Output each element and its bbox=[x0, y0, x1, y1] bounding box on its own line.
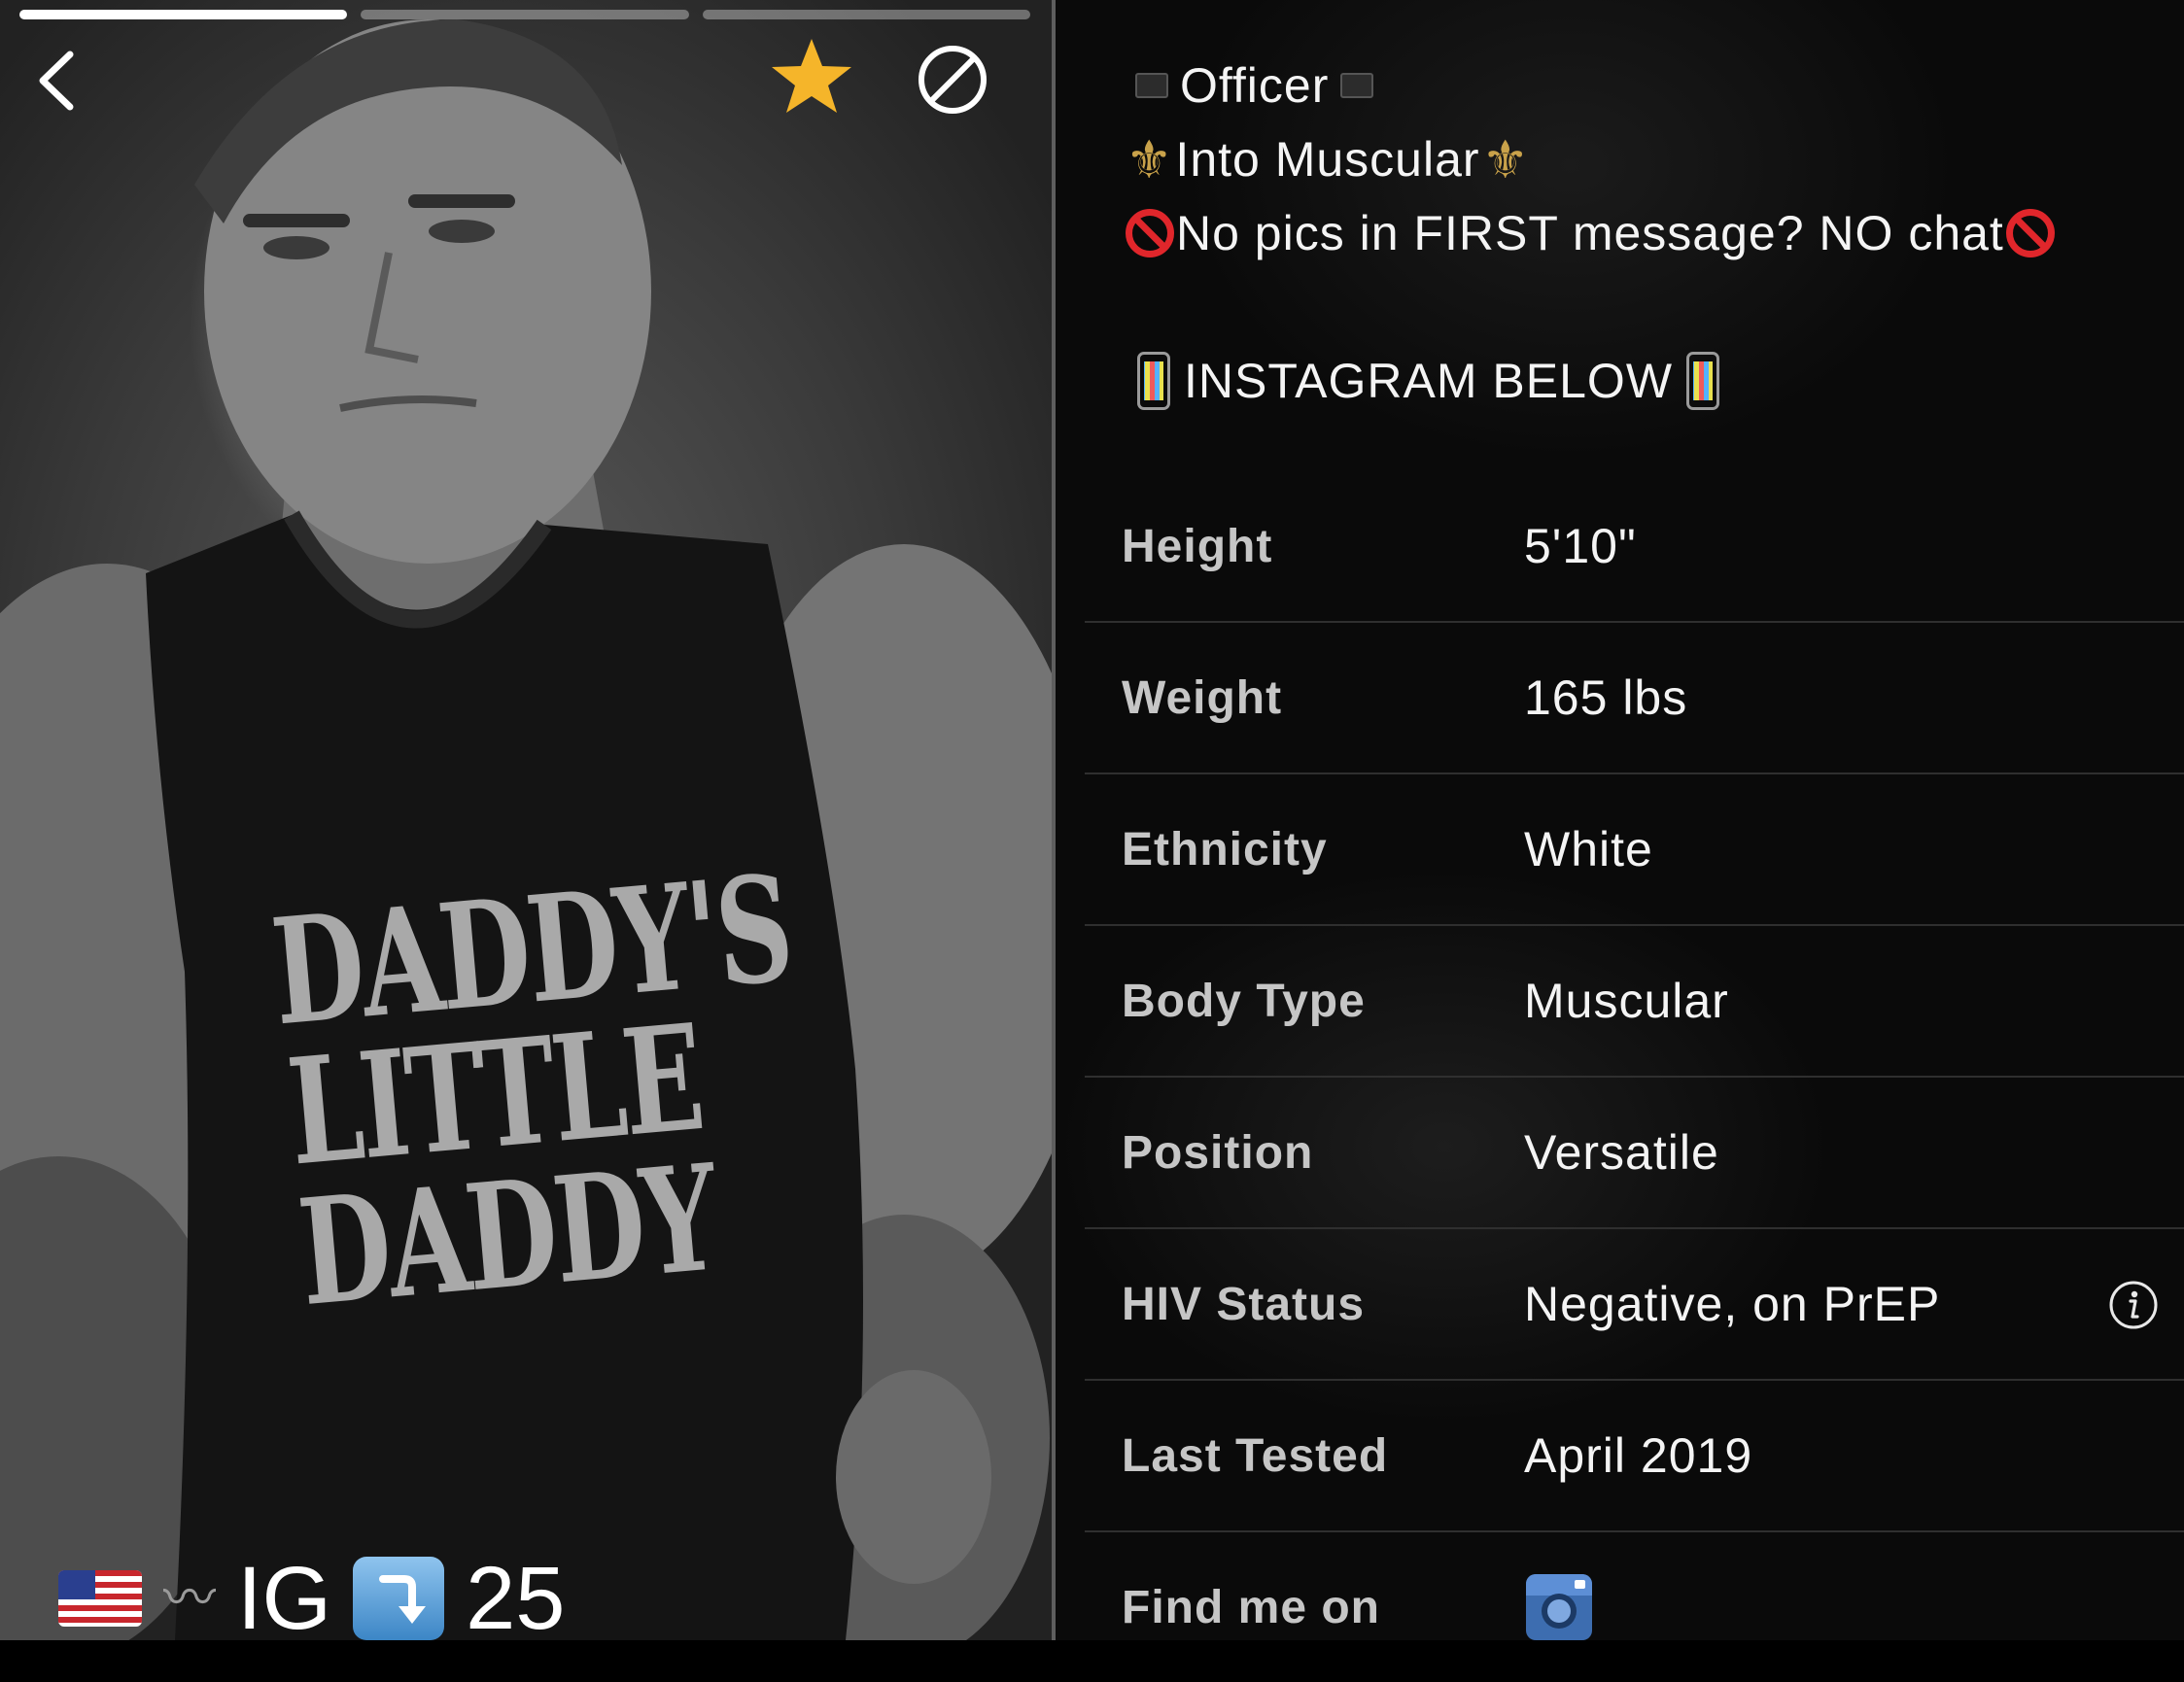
mobile-phone-icon bbox=[1686, 352, 1720, 410]
stat-value: White bbox=[1524, 822, 1653, 876]
fleur-de-lis-icon: ⚜ bbox=[1481, 130, 1530, 189]
stat-label: Body Type bbox=[1122, 975, 1366, 1027]
back-chevron-icon[interactable] bbox=[29, 47, 87, 115]
stat-value: 165 lbs bbox=[1524, 670, 1688, 725]
bio-text: Officer bbox=[1180, 58, 1330, 113]
stat-label: Weight bbox=[1122, 671, 1283, 724]
stat-value: 5'10" bbox=[1524, 519, 1637, 573]
stat-value: Versatile bbox=[1524, 1125, 1719, 1180]
stat-row-last-tested: Last Tested April 2019 bbox=[1085, 1381, 2184, 1532]
profile-photo bbox=[0, 19, 1052, 1640]
stat-label: Height bbox=[1122, 520, 1273, 572]
stat-label: Find me on bbox=[1122, 1581, 1380, 1633]
progress-segment[interactable] bbox=[361, 10, 689, 19]
ig-label: IG bbox=[237, 1549, 332, 1640]
mobile-phone-icon bbox=[1137, 352, 1170, 410]
stat-row-weight: Weight 165 lbs bbox=[1085, 623, 2184, 774]
prohibited-icon bbox=[1126, 209, 1174, 257]
profile-stats: Height 5'10" Weight 165 lbs Ethnicity Wh… bbox=[1085, 471, 2184, 1682]
stat-label: Position bbox=[1122, 1126, 1314, 1179]
black-square-icon bbox=[1135, 73, 1168, 98]
stat-value bbox=[1524, 1532, 1594, 1682]
bio-text: INSTAGRAM BELOW bbox=[1184, 354, 1674, 408]
stat-value: April 2019 bbox=[1524, 1428, 1753, 1483]
profile-photo-panel[interactable]: DADDY'S LITTLE DADDY 〰 IG 25 bbox=[0, 0, 1052, 1640]
black-square-icon bbox=[1340, 73, 1374, 98]
stat-label: Ethnicity bbox=[1122, 823, 1328, 875]
prohibited-icon bbox=[2005, 209, 2055, 257]
stat-label: HIV Status bbox=[1122, 1278, 1366, 1330]
info-icon[interactable] bbox=[2108, 1280, 2159, 1330]
block-icon[interactable] bbox=[914, 41, 991, 119]
stat-row-position: Position Versatile bbox=[1085, 1078, 2184, 1229]
profile-details-panel[interactable]: Officer ⚜ Into Muscular ⚜ No pics in FIR… bbox=[1056, 0, 2184, 1640]
bio-line: No pics in FIRST message? NO chat bbox=[1124, 196, 2057, 270]
fleur-de-lis-icon: ⚜ bbox=[1126, 130, 1174, 189]
shirt-line: DADDY bbox=[293, 1132, 722, 1340]
bio-line: ⚜ Into Muscular ⚜ bbox=[1124, 122, 2057, 196]
progress-segment[interactable] bbox=[702, 10, 1030, 19]
instagram-icon[interactable] bbox=[1524, 1572, 1594, 1642]
stat-row-ethnicity: Ethnicity White bbox=[1085, 774, 2184, 926]
profile-bio: Officer ⚜ Into Muscular ⚜ No pics in FIR… bbox=[1124, 49, 2057, 418]
stat-row-hiv-status: HIV Status Negative, on PrEP bbox=[1085, 1229, 2184, 1381]
bio-line: INSTAGRAM BELOW bbox=[1124, 344, 2057, 418]
bio-line: Officer bbox=[1124, 49, 2057, 122]
stat-row-find-me-on: Find me on bbox=[1085, 1532, 2184, 1682]
age-label: 25 bbox=[466, 1549, 566, 1640]
stat-value: Muscular bbox=[1524, 974, 1729, 1028]
photo-footer: 〰 IG 25 bbox=[58, 1549, 566, 1640]
progress-segment-active[interactable] bbox=[19, 10, 348, 19]
photo-progress-bar bbox=[19, 10, 1030, 19]
us-flag-icon bbox=[58, 1570, 142, 1627]
stat-row-height: Height 5'10" bbox=[1085, 471, 2184, 623]
down-right-arrow-icon bbox=[353, 1557, 445, 1640]
stat-row-body-type: Body Type Muscular bbox=[1085, 926, 2184, 1078]
stat-label: Last Tested bbox=[1122, 1429, 1389, 1482]
bio-text: No pics in FIRST message? NO chat bbox=[1176, 206, 2004, 260]
shirt-print: DADDY'S LITTLE DADDY bbox=[266, 843, 797, 1340]
bio-text: Into Muscular bbox=[1175, 132, 1480, 187]
star-icon[interactable] bbox=[768, 37, 855, 115]
wave-icon: 〰 bbox=[163, 1567, 216, 1629]
stat-value: Negative, on PrEP bbox=[1524, 1277, 1941, 1331]
